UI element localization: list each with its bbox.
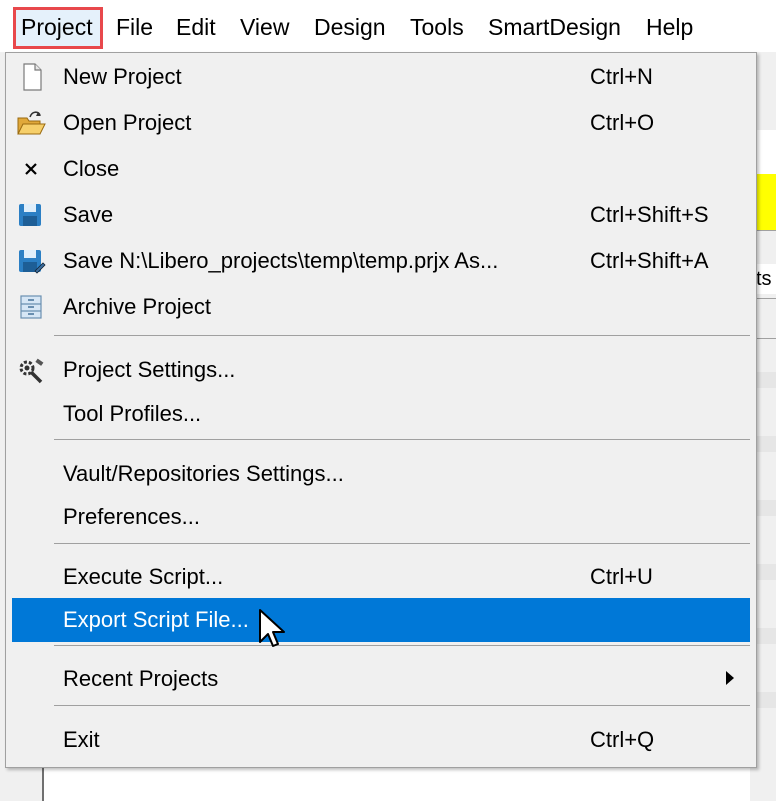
menu-item-archive-project[interactable]: Archive Project (12, 285, 750, 329)
menu-separator (54, 335, 750, 336)
menu-item-exit[interactable]: Exit Ctrl+Q (12, 718, 750, 762)
menu-item-close[interactable]: Close (12, 147, 750, 191)
menu-item-shortcut: Ctrl+N (590, 64, 653, 89)
new-file-icon (16, 63, 46, 91)
close-icon (16, 155, 46, 183)
menubar-help[interactable]: Help (646, 12, 693, 42)
background-divider (756, 298, 776, 299)
menu-item-tool-profiles[interactable]: Tool Profiles... (12, 392, 750, 436)
menu-item-label: Export Script File... (63, 607, 249, 632)
background-row (756, 372, 776, 388)
menu-item-label: Exit (63, 727, 100, 752)
archive-icon (16, 293, 46, 321)
menu-item-label: Tool Profiles... (63, 401, 202, 426)
menu-separator (54, 543, 750, 544)
menu-item-label: Vault/Repositories Settings... (63, 461, 344, 486)
menu-item-save-as[interactable]: Save N:\Libero_projects\temp\temp.prjx A… (12, 239, 750, 283)
menu-item-shortcut: Ctrl+Shift+S (590, 202, 709, 227)
menubar-design[interactable]: Design (314, 12, 386, 42)
background-row (756, 692, 776, 708)
menu-item-project-settings[interactable]: Project Settings... (12, 348, 750, 392)
menu-item-label: Open Project (63, 110, 192, 135)
menu-item-label: Archive Project (63, 294, 211, 319)
menu-item-open-project[interactable]: Open Project Ctrl+O (12, 101, 750, 145)
menu-item-vault-repositories-settings[interactable]: Vault/Repositories Settings... (12, 452, 750, 496)
background-divider (756, 338, 776, 339)
open-folder-icon (16, 109, 46, 137)
background-row (756, 436, 776, 452)
settings-wrench-icon (16, 356, 46, 384)
menubar-smartdesign[interactable]: SmartDesign (488, 12, 621, 42)
menu-item-label: Close (63, 156, 120, 181)
menubar-edit[interactable]: Edit (176, 12, 216, 42)
menu-item-recent-projects[interactable]: Recent Projects (12, 657, 750, 701)
menu-item-label: Save N:\Libero_projects\temp\temp.prjx A… (63, 248, 499, 273)
background-row (756, 628, 776, 644)
menubar-file[interactable]: File (116, 12, 153, 42)
menu-item-label: Project Settings... (63, 357, 236, 382)
menu-item-label: New Project (63, 64, 182, 89)
menubar-tools[interactable]: Tools (410, 12, 464, 42)
menubar-project[interactable]: Project (21, 12, 93, 42)
menu-separator (54, 439, 750, 440)
menu-item-shortcut: Ctrl+O (590, 110, 655, 135)
menu-item-preferences[interactable]: Preferences... (12, 495, 750, 539)
save-as-icon (16, 247, 46, 275)
menu-item-label: Preferences... (63, 504, 200, 529)
background-row (756, 564, 776, 580)
menu-item-label: Execute Script... (63, 564, 224, 589)
background-yellow-cell (756, 174, 776, 230)
menu-item-shortcut: Ctrl+Q (590, 727, 655, 752)
menu-separator (54, 645, 750, 646)
project-dropdown-menu: New Project Ctrl+N Open Project Ctrl+O C… (5, 52, 757, 768)
menu-item-export-script-file[interactable]: Export Script File... (12, 598, 750, 642)
menu-item-label: Save (63, 202, 114, 227)
menu-item-shortcut: Ctrl+U (590, 564, 653, 589)
menu-bar: Project File Edit View Design Tools Smar… (0, 0, 776, 52)
save-icon (16, 201, 46, 229)
menu-item-shortcut: Ctrl+Shift+A (590, 248, 709, 273)
menu-item-new-project[interactable]: New Project Ctrl+N (12, 55, 750, 99)
background-divider (756, 230, 776, 231)
menu-item-label: Recent Projects (63, 666, 219, 691)
menu-item-execute-script[interactable]: Execute Script... Ctrl+U (12, 555, 750, 599)
submenu-arrow-icon (726, 671, 734, 685)
mouse-cursor-icon (258, 608, 288, 654)
menu-separator (54, 705, 750, 706)
background-text-fragment: ts (756, 264, 776, 294)
menu-item-save[interactable]: Save Ctrl+Shift+S (12, 193, 750, 237)
menubar-view[interactable]: View (240, 12, 289, 42)
background-row (756, 500, 776, 516)
